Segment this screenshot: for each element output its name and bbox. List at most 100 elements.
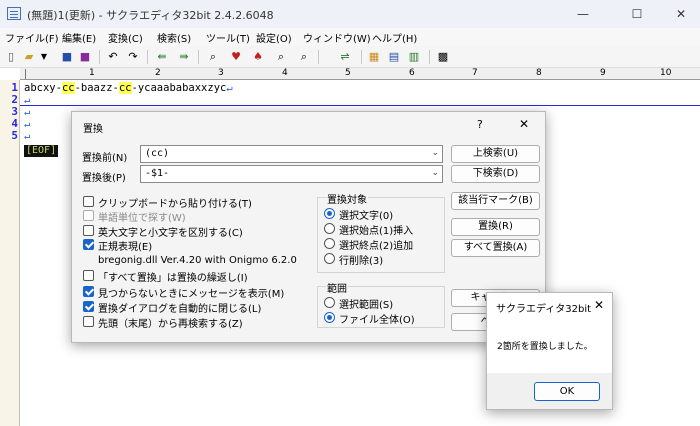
radio-label: 選択範囲(S) xyxy=(339,300,394,311)
radio-dot xyxy=(324,208,335,219)
text-segment: abcxy- xyxy=(24,82,62,94)
jump-forward-icon[interactable]: ⇛ xyxy=(177,50,191,64)
title-bar: (無題)1(更新) - サクラエディタ32bit 2.4.2.6048 — ☐ … xyxy=(0,0,700,28)
replace-dialog: 置換 ? ✕ 置換前(N) (cc) ⌄ 置換後(P) -$1- ⌄ 上検索(U… xyxy=(71,111,546,343)
message-box-body: 2箇所を置換しました。 xyxy=(487,321,612,373)
checkbox-box xyxy=(83,316,94,327)
checkbox-label: 「すべて置換」は置換の繰返し(I) xyxy=(98,273,248,284)
checkbox-label: 正規表現(E) xyxy=(98,242,153,253)
menu-settings[interactable]: 設定(O) xyxy=(256,30,292,45)
search-down-button[interactable]: 下検索(D) xyxy=(451,165,540,183)
minimize-button[interactable]: — xyxy=(560,0,606,28)
line-number: 5 xyxy=(11,129,18,142)
window-title: (無題)1(更新) - サクラエディタ32bit 2.4.2.6048 xyxy=(27,9,274,22)
menu-tools[interactable]: ツール(T) xyxy=(206,30,250,45)
save-all-icon[interactable]: ■ xyxy=(78,50,92,64)
checkbox-label: 単語単位で探す(W) xyxy=(98,213,186,224)
message-box-title: サクラエディタ32bit xyxy=(496,304,592,315)
column-ruler: 1 2 3 4 5 6 7 8 9 10 xyxy=(20,68,700,80)
new-file-icon[interactable]: ▯ xyxy=(4,50,18,64)
replace-all-button[interactable]: すべて置換(A) xyxy=(451,239,540,257)
toolbar-separator xyxy=(147,50,148,64)
menu-file[interactable]: ファイル(F) xyxy=(5,30,59,45)
checkbox-label: 見つからないときにメッセージを表示(M) xyxy=(98,289,285,300)
replace-before-combo[interactable]: (cc) ⌄ xyxy=(140,145,443,163)
toolbar-separator xyxy=(318,50,319,64)
menu-search[interactable]: 検索(S) xyxy=(157,30,191,45)
ok-button[interactable]: OK xyxy=(534,382,600,401)
ruler-cursor-tick xyxy=(25,69,26,79)
message-text: 2箇所を置換しました。 xyxy=(497,342,593,352)
menu-window[interactable]: ウィンドウ(W) xyxy=(303,30,371,45)
menu-help[interactable]: ヘルプ(H) xyxy=(372,30,417,45)
toolbar-separator xyxy=(361,50,362,64)
radio-label: 選択文字(0) xyxy=(339,211,394,222)
search-icon[interactable]: ⌕ xyxy=(206,50,220,64)
sakura-editor-window: (無題)1(更新) - サクラエディタ32bit 2.4.2.6048 — ☐ … xyxy=(0,0,700,426)
chevron-down-icon[interactable]: ⌄ xyxy=(431,148,439,158)
checkbox-label: 英大文字と小文字を区別する(C) xyxy=(98,228,243,239)
replace-after-combo[interactable]: -$1- ⌄ xyxy=(140,165,443,183)
ruler-number: 10 xyxy=(660,68,672,78)
ruler-number: 8 xyxy=(536,68,542,78)
dialog-title: 置換 xyxy=(83,124,103,135)
ruler-number: 5 xyxy=(345,68,351,78)
radio-dot xyxy=(324,253,335,264)
search-up-button[interactable]: 上検索(U) xyxy=(451,145,540,163)
checkbox-box xyxy=(83,239,94,250)
undo-icon[interactable]: ↶ xyxy=(106,50,120,64)
menu-edit[interactable]: 編集(E) xyxy=(62,30,96,45)
search-prev-icon[interactable]: ♥ xyxy=(229,50,243,64)
toolbar-separator xyxy=(198,50,199,64)
menu-bar: ファイル(F) 編集(E) 変換(C) 検索(S) ツール(T) 設定(O) ウ… xyxy=(0,28,700,46)
search-highlight: cc xyxy=(118,82,132,94)
replace-before-value: (cc) xyxy=(145,148,170,159)
checkbox-box xyxy=(83,225,94,236)
radio-label: 選択始点(1)挿入 xyxy=(339,226,414,237)
newline-mark: ↵ xyxy=(226,82,233,94)
replace-before-label: 置換前(N) xyxy=(82,153,128,164)
message-box-close-button[interactable]: ✕ xyxy=(594,298,604,312)
line-number-gutter: 1 2 3 4 5 xyxy=(0,80,20,426)
tag-jump-icon[interactable]: ⇌ xyxy=(338,50,352,64)
replace-after-value: -$1- xyxy=(145,168,170,179)
outline-icon[interactable]: ▤ xyxy=(387,50,401,64)
checkbox-box xyxy=(83,301,94,312)
toolbar: ▯ ▰ ▼ ■ ■ ↶ ↷ ⇚ ⇛ ⌕ ♥ ♠ ⌕ ⌕ ⇌ ▦ ▤ ▥ ▩ xyxy=(0,46,700,68)
open-dropdown-icon[interactable]: ▼ xyxy=(37,50,51,64)
range-title: 範囲 xyxy=(326,280,348,295)
menu-convert[interactable]: 変換(C) xyxy=(108,30,143,45)
dialog-help-button[interactable]: ? xyxy=(477,118,483,131)
ruler-number: 1 xyxy=(89,68,95,78)
radio-dot xyxy=(324,238,335,249)
ruler-number: 7 xyxy=(472,68,478,78)
newline-mark: ↵ xyxy=(24,118,31,130)
checkbox-box xyxy=(83,286,94,297)
dialog-close-button[interactable]: ✕ xyxy=(519,117,529,131)
text-segment: -baazz- xyxy=(74,82,119,94)
jump-back-icon[interactable]: ⇚ xyxy=(155,50,169,64)
result-message-box: サクラエディタ32bit ✕ 2箇所を置換しました。 OK xyxy=(486,292,613,410)
close-button[interactable]: ✕ xyxy=(658,0,700,28)
radio-dot xyxy=(324,297,335,308)
open-folder-icon[interactable]: ▰ xyxy=(22,50,36,64)
newline-mark: ↵ xyxy=(24,130,31,142)
newline-mark: ↵ xyxy=(24,106,31,118)
find-mark-icon[interactable]: ⌕ xyxy=(297,50,311,64)
replace-icon[interactable]: ⌕ xyxy=(274,50,288,64)
radio-label: ファイル全体(O) xyxy=(339,315,415,326)
search-next-icon[interactable]: ♠ xyxy=(251,50,265,64)
radio-dot xyxy=(324,223,335,234)
redo-icon[interactable]: ↷ xyxy=(126,50,140,64)
text-segment: -ycaaababaxxzyc xyxy=(131,82,227,94)
settings-icon[interactable]: ▩ xyxy=(436,50,450,64)
save-icon[interactable]: ■ xyxy=(60,50,74,64)
maximize-button[interactable]: ☐ xyxy=(614,0,660,28)
grep-icon[interactable]: ▦ xyxy=(367,50,381,64)
eof-marker: [EOF] xyxy=(24,145,59,157)
chevron-down-icon[interactable]: ⌄ xyxy=(431,168,439,178)
compare-icon[interactable]: ▥ xyxy=(407,50,421,64)
message-box-header: サクラエディタ32bit ✕ xyxy=(487,293,612,321)
replace-button[interactable]: 置換(R) xyxy=(451,218,540,236)
mark-lines-button[interactable]: 該当行マーク(B) xyxy=(451,192,540,210)
